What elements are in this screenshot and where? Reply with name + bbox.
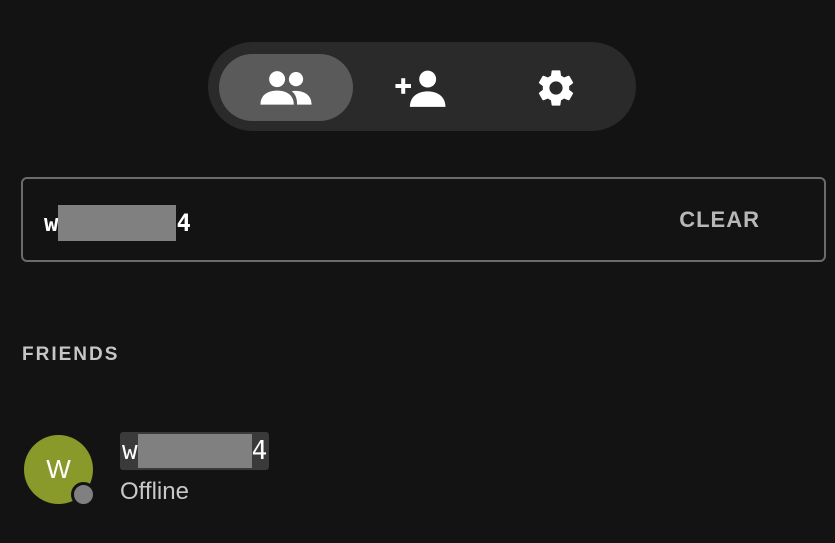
friend-name-start: w <box>122 436 138 466</box>
search-value-end: 4 <box>176 209 191 237</box>
search-input[interactable]: w4 CLEAR <box>21 177 826 262</box>
friend-name: w4 <box>120 432 270 470</box>
clear-button[interactable]: CLEAR <box>679 207 760 233</box>
tab-friends[interactable] <box>219 54 353 121</box>
tab-bar <box>208 42 636 131</box>
avatar-initial: W <box>46 454 71 484</box>
friend-status: Offline <box>120 478 189 505</box>
status-indicator <box>71 482 96 507</box>
redacted-block <box>137 434 252 468</box>
redacted-block <box>58 205 177 241</box>
section-heading-friends: FRIENDS <box>22 344 120 365</box>
add-person-icon <box>395 70 446 107</box>
gear-icon <box>538 69 574 106</box>
friends-panel: w4 CLEAR FRIENDS W w4 Offline <box>0 0 835 543</box>
search-value: w4 <box>44 205 191 241</box>
tab-settings[interactable] <box>489 54 623 121</box>
search-value-start: w <box>44 209 59 237</box>
tab-add-friend[interactable] <box>354 54 488 121</box>
friend-list-item[interactable]: W w4 Offline <box>24 430 424 510</box>
people-icon <box>260 70 312 105</box>
friend-name-end: 4 <box>251 436 268 466</box>
